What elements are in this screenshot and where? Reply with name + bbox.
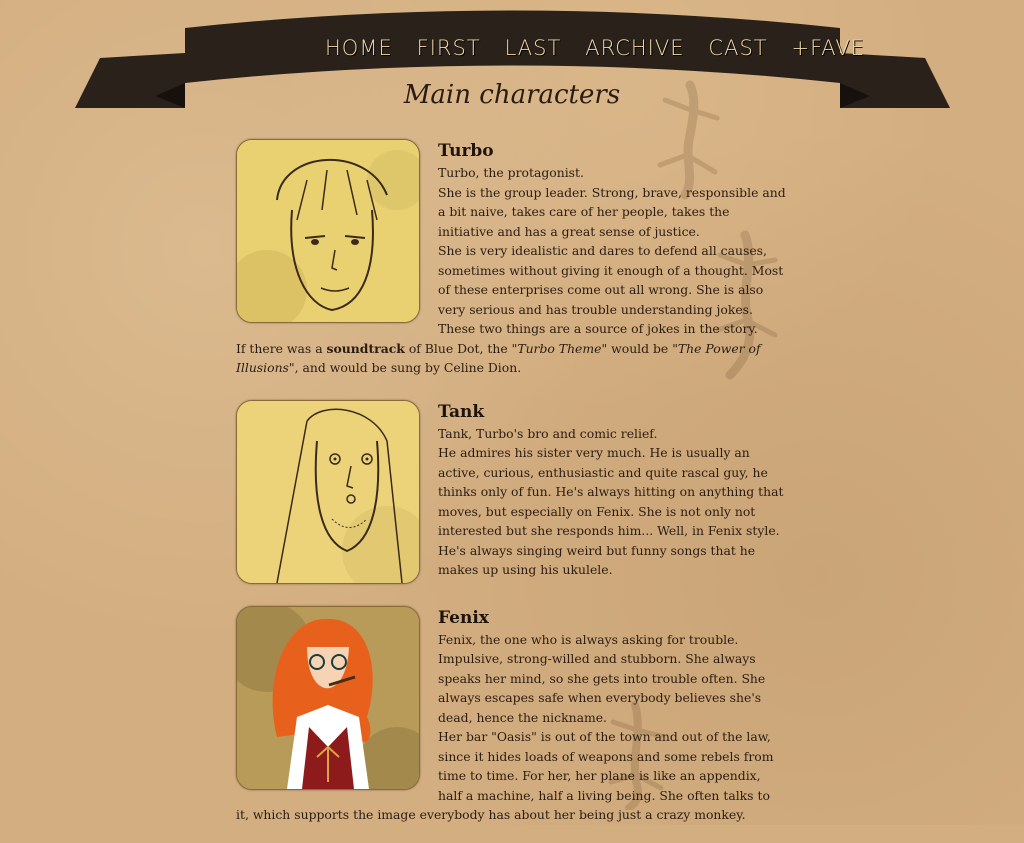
tank-portrait (236, 399, 420, 584)
turbo-portrait (236, 139, 420, 323)
page-title: Main characters (403, 80, 621, 110)
soundtrack-bold: soundtrack (326, 340, 405, 356)
soundtrack-line: If there was a soundtrack of Blue Dot, t… (236, 340, 761, 376)
nav-first-link[interactable]: FIRST (417, 36, 481, 60)
main-nav: HOME FIRST LAST ARCHIVE CAST +FAVE (325, 30, 865, 66)
nav-last-link[interactable]: LAST (505, 36, 562, 60)
theme-title: Turbo Theme (517, 340, 602, 356)
nav-fave-link[interactable]: +FAVE (792, 36, 865, 60)
fenix-portrait (236, 605, 420, 790)
character-list: Turbo Turbo, the protagonist. She is the… (236, 137, 786, 843)
nav-cast-link[interactable]: CAST (708, 36, 767, 60)
character-entry: Tank Tank, Turbo's bro and comic relief.… (236, 399, 786, 588)
nav-archive-link[interactable]: ARCHIVE (585, 36, 684, 60)
character-entry: Fenix Fenix, the one who is always askin… (236, 605, 786, 825)
character-entry: Turbo Turbo, the protagonist. She is the… (236, 139, 786, 378)
nav-home-link[interactable]: HOME (325, 36, 393, 60)
